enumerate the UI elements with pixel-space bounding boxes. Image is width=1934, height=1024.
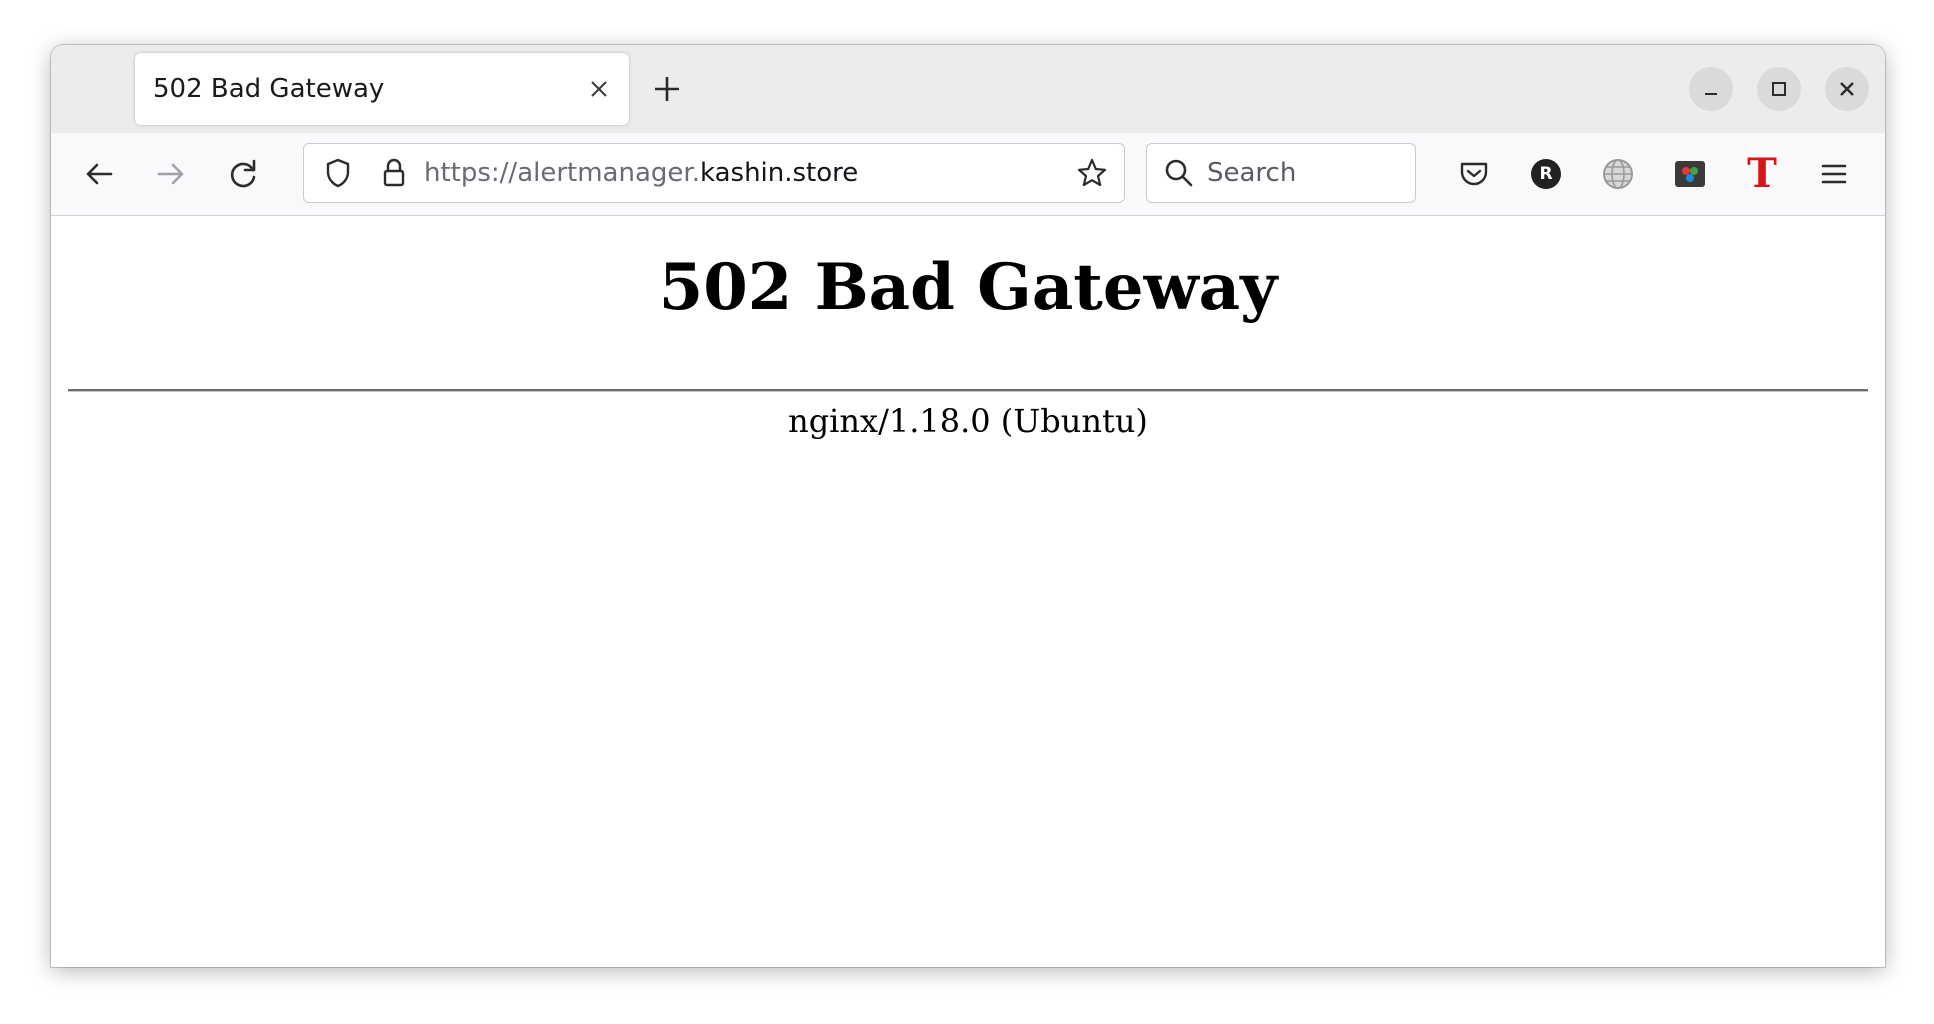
search-bar[interactable]: Search	[1146, 143, 1416, 203]
reload-icon[interactable]	[219, 150, 267, 198]
profile-r-icon[interactable]: R	[1522, 150, 1570, 198]
address-bar[interactable]: https://alertmanager.kashin.store	[303, 143, 1125, 203]
tab-bar: 502 Bad Gateway	[51, 45, 1885, 133]
server-signature: nginx/1.18.0 (Ubuntu)	[788, 402, 1148, 440]
page-title: 502 Bad Gateway	[658, 250, 1278, 325]
t-extension-icon[interactable]: T	[1738, 150, 1786, 198]
page-content: 502 Bad Gateway nginx/1.18.0 (Ubuntu)	[51, 216, 1885, 967]
maximize-button[interactable]	[1757, 67, 1801, 111]
color-extension-icon[interactable]	[1666, 150, 1714, 198]
search-icon	[1165, 159, 1193, 187]
back-arrow-icon[interactable]	[75, 150, 123, 198]
minimize-icon	[1705, 93, 1717, 95]
close-tab-icon[interactable]	[585, 75, 613, 103]
new-tab-plus-icon[interactable]	[647, 69, 687, 109]
profile-r-letter: R	[1539, 164, 1553, 184]
hamburger-menu-icon[interactable]	[1810, 150, 1858, 198]
url-text[interactable]: https://alertmanager.kashin.store	[424, 144, 858, 202]
minimize-button[interactable]	[1689, 67, 1733, 111]
shield-icon[interactable]	[316, 151, 360, 195]
maximize-icon	[1772, 82, 1786, 96]
url-domain: kashin.store	[699, 158, 859, 188]
url-prefix: https://alertmanager.	[424, 158, 700, 188]
forward-arrow-icon[interactable]	[147, 150, 195, 198]
search-placeholder: Search	[1207, 158, 1297, 188]
tab-active[interactable]: 502 Bad Gateway	[135, 53, 629, 125]
close-window-button[interactable]	[1825, 67, 1869, 111]
browser-window: 502 Bad Gateway https://alertmanager.kas…	[51, 45, 1885, 967]
tab-title: 502 Bad Gateway	[153, 74, 385, 104]
globe-extension-icon[interactable]	[1594, 150, 1642, 198]
close-window-icon	[1840, 82, 1854, 96]
bookmark-star-icon[interactable]	[1070, 151, 1114, 195]
navigation-toolbar: https://alertmanager.kashin.store Search…	[51, 133, 1885, 216]
pocket-icon[interactable]	[1450, 150, 1498, 198]
t-extension-letter: T	[1747, 150, 1777, 197]
lock-icon[interactable]	[372, 151, 416, 195]
horizontal-rule	[68, 389, 1868, 392]
